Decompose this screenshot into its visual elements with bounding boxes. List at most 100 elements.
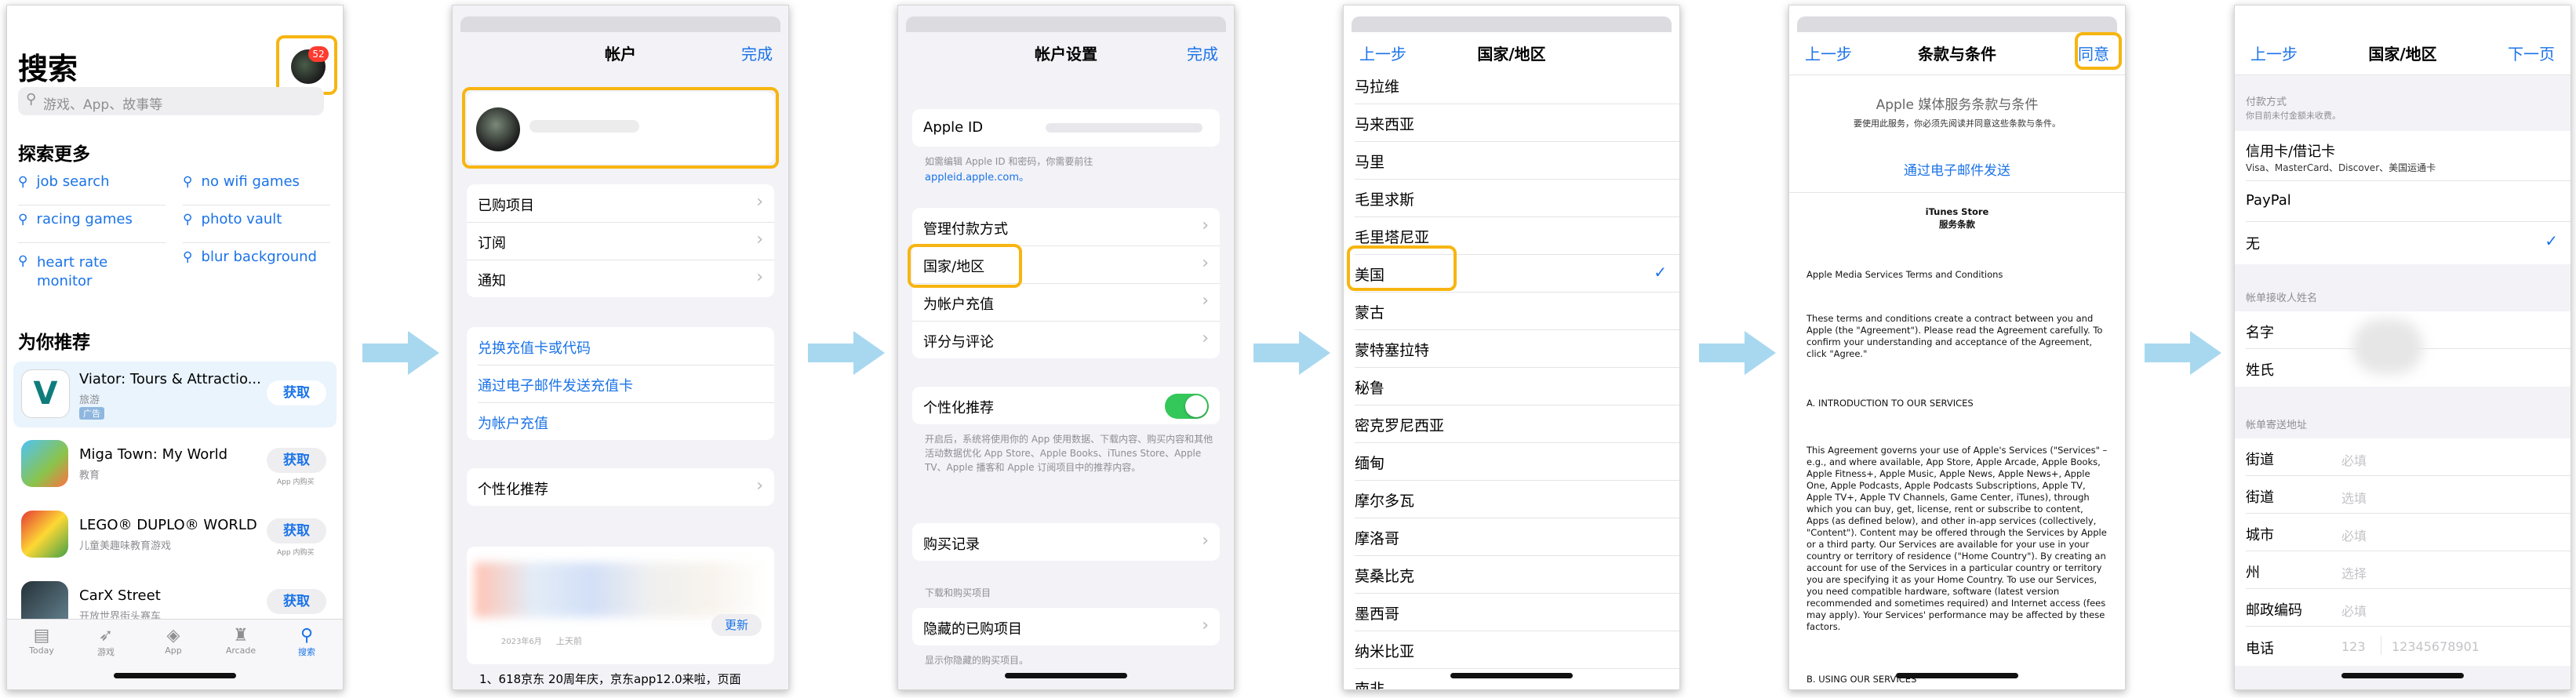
home-indicator	[1896, 673, 2018, 678]
get-button[interactable]: 获取	[267, 380, 326, 405]
app-icon	[21, 581, 68, 620]
done-button[interactable]: 完成	[741, 42, 773, 64]
screen-country-list: 上一步 国家/地区 马拉维 马来西亚 马里 毛里求斯 毛里塔尼亚 美国 ✓ 蒙古…	[1343, 5, 1680, 690]
street-field[interactable]: 街道 必填	[2235, 438, 2571, 476]
store-title: iTunes Store	[1925, 206, 1989, 217]
update-date: 2023年6月	[501, 638, 542, 646]
country-row[interactable]: 蒙古	[1344, 293, 1679, 330]
country-row[interactable]: 墨西哥	[1344, 594, 1679, 631]
tab-arcade[interactable]: ♜ Arcade	[217, 626, 264, 656]
apple-id-row[interactable]: Apple ID	[912, 109, 1220, 147]
tab-search[interactable]: ⚲ 搜索	[283, 626, 330, 658]
account-group-1: 已购项目 › 订阅 › 通知 ›	[467, 184, 774, 297]
done-button[interactable]: 完成	[1187, 42, 1218, 64]
row-hidden-purchases[interactable]: 隐藏的已购项目 ›	[912, 608, 1220, 645]
chevron-right-icon: ›	[756, 192, 763, 212]
redeem-link[interactable]: 兑换充值卡或代码	[478, 337, 591, 358]
appleid-link[interactable]: appleid.apple.com。	[925, 169, 1029, 184]
country-row[interactable]: 马里	[1344, 142, 1679, 180]
country-row[interactable]: 蒙特塞拉特	[1344, 330, 1679, 368]
section-header-downloads: 下载和购买项目	[925, 587, 991, 598]
explore-item[interactable]: ⚲ job search	[18, 173, 166, 205]
personalized-toggle[interactable]	[1165, 394, 1209, 419]
tab-games[interactable]: ➶ 游戏	[82, 626, 129, 658]
country-row[interactable]: 莫桑比克	[1344, 556, 1679, 594]
get-button[interactable]: 获取	[267, 448, 326, 473]
zip-field[interactable]: 邮政编码 必填	[2235, 589, 2571, 627]
arrow-right-icon	[362, 331, 439, 375]
update-button[interactable]: 更新	[711, 614, 762, 636]
street-2-field[interactable]: 街道 选填	[2235, 476, 2571, 514]
explore-title: 探索更多	[18, 144, 90, 165]
country-row[interactable]: 毛里求斯	[1344, 180, 1679, 217]
state-select[interactable]: 州 选择	[2235, 551, 2571, 589]
country-row[interactable]: 马来西亚	[1344, 104, 1679, 142]
home-indicator	[114, 673, 236, 678]
chevron-right-icon: ›	[1202, 253, 1209, 273]
row-subscriptions[interactable]: 订阅 ›	[467, 222, 774, 260]
tab-apps[interactable]: ◈ App	[150, 626, 197, 656]
account-group-2: 兑换充值卡或代码 通过电子邮件发送充值卡 为帐户充值	[467, 327, 774, 440]
option-none[interactable]: 无 ✓	[2235, 222, 2571, 264]
explore-item[interactable]: ⚲ no wifi games	[183, 173, 330, 205]
row-notifications[interactable]: 通知 ›	[467, 260, 774, 297]
search-icon: ⚲	[183, 249, 193, 265]
get-button[interactable]: 获取	[267, 589, 326, 614]
row-add-funds[interactable]: 为帐户充值 ›	[912, 283, 1220, 322]
option-paypal[interactable]: PayPal	[2235, 181, 2571, 222]
row-purchase-history[interactable]: 购买记录 ›	[912, 523, 1220, 561]
app-icon: V	[21, 369, 70, 418]
app-row[interactable]: Miga Town: My World 教育 获取 App 内购买	[13, 432, 337, 498]
recommend-title: 为你推荐	[18, 333, 90, 353]
get-button[interactable]: 获取	[267, 518, 326, 543]
row-ratings-reviews[interactable]: 评分与评论 ›	[912, 321, 1220, 358]
explore-item[interactable]: ⚲ blur background	[183, 249, 330, 280]
country-row[interactable]: 马拉维	[1344, 67, 1679, 104]
chevron-right-icon: ›	[1202, 216, 1209, 235]
row-manage-payments[interactable]: 管理付款方式 ›	[912, 208, 1220, 246]
nav-title: 国家/地区	[1477, 45, 1546, 64]
section-header-name: 帐单接收人姓名	[2246, 293, 2318, 304]
phone-field[interactable]: 电话 123 12345678901	[2235, 627, 2571, 666]
app-row[interactable]: V Viator: Tours & Attractio... 旅游 广告 获取	[13, 362, 337, 427]
explore-item[interactable]: ⚲ heart rate monitor	[18, 249, 128, 293]
country-row[interactable]: 缅甸	[1344, 443, 1679, 481]
rocket-icon: ➶	[98, 626, 114, 645]
app-row[interactable]: CarX Street 开放世界街头赛车 获取	[13, 573, 337, 623]
send-gift-card-link[interactable]: 通过电子邮件发送充值卡	[478, 375, 633, 395]
city-field[interactable]: 城市 必填	[2235, 514, 2571, 551]
blurred-app-image	[475, 562, 766, 617]
country-row[interactable]: 摩洛哥	[1344, 518, 1679, 556]
highlight-box	[1347, 245, 1457, 291]
email-terms-link[interactable]: 通过电子邮件发送	[1789, 159, 2125, 179]
screen-payment-billing: 上一步 国家/地区 下一页 付款方式 你目前未付金额未收费。 信用卡/借记卡 V…	[2234, 5, 2571, 690]
app-name: LEGO® DUPLO® WORLD	[79, 517, 257, 533]
row-purchased[interactable]: 已购项目 ›	[467, 184, 774, 223]
explore-item[interactable]: ⚲ photo vault	[183, 211, 330, 243]
country-row[interactable]: 纳米比亚	[1344, 631, 1679, 669]
app-row[interactable]: LEGO® DUPLO® WORLD 儿童美趣味教育游戏 获取 App 内购买	[13, 503, 337, 569]
arrow-right-icon	[808, 331, 885, 375]
home-indicator	[1450, 673, 1573, 678]
checkmark-icon: ✓	[2545, 231, 2558, 250]
search-input[interactable]: ⚲ 游戏、App、故事等	[18, 87, 324, 115]
terms-paragraph: This Agreement governs your use of Apple…	[1806, 445, 2108, 632]
next-button[interactable]: 下一页	[2508, 42, 2555, 64]
country-list: 马拉维 马来西亚 马里 毛里求斯 毛里塔尼亚 美国 ✓ 蒙古 蒙特塞拉特 秘鲁 …	[1344, 67, 1679, 689]
country-row[interactable]: 秘鲁	[1344, 368, 1679, 405]
search-icon: ⚲	[183, 174, 193, 190]
add-funds-link[interactable]: 为帐户充值	[478, 413, 548, 433]
tab-today[interactable]: ▤ Today	[18, 626, 65, 656]
chevron-right-icon: ›	[756, 267, 763, 287]
tab-bar: ▤ Today ➶ 游戏 ◈ App ♜ Arcade ⚲ 搜索	[7, 619, 343, 689]
update-card: 2023年6月 上天前 更新	[467, 547, 774, 664]
row-personalized[interactable]: 个性化推荐 ›	[467, 468, 774, 506]
country-row[interactable]: 密克罗尼西亚	[1344, 405, 1679, 443]
country-row[interactable]: 南非	[1344, 669, 1679, 689]
country-row[interactable]: 摩尔多瓦	[1344, 481, 1679, 518]
app-icon	[21, 440, 68, 487]
name-blurred	[2352, 319, 2423, 374]
option-card[interactable]: 信用卡/借记卡 Visa、MasterCard、Discover、美国运通卡	[2235, 131, 2571, 181]
explore-item[interactable]: ⚲ racing games	[18, 211, 166, 243]
update-notes: 1、618京东 20周年庆，京东app12.0来啦，页面	[479, 672, 741, 686]
